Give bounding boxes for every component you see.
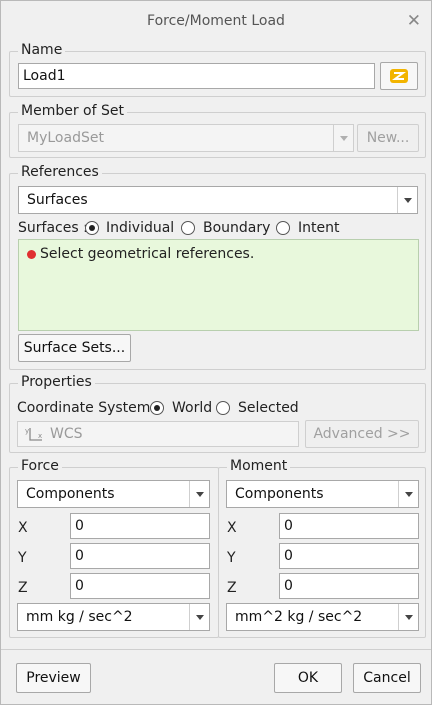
coordinate-system-label: Coordinate System:: [17, 400, 156, 416]
select-arrow-icon: [390, 69, 408, 83]
radio-individual-label[interactable]: Individual: [106, 219, 174, 237]
status-dot-icon: [27, 250, 36, 259]
moment-x-label: X: [227, 520, 237, 536]
moment-type-select[interactable]: Components: [226, 480, 419, 508]
moment-z-label: Z: [227, 580, 237, 596]
name-group: Name Load1: [9, 41, 426, 97]
radio-intent[interactable]: [276, 221, 290, 235]
radio-boundary-label[interactable]: Boundary: [203, 219, 270, 237]
radio-selected-label[interactable]: Selected: [238, 399, 299, 417]
surfaces-label: Surfaces :: [18, 220, 88, 236]
radio-intent-label[interactable]: Intent: [298, 219, 339, 237]
moment-y-input[interactable]: 0: [279, 543, 419, 569]
force-moment-dialog: Force/Moment Load ✕ Name Load1 Member of…: [0, 0, 432, 705]
force-x-input[interactable]: 0: [70, 513, 210, 539]
reference-collector[interactable]: Select geometrical references.: [18, 239, 419, 331]
force-units-select[interactable]: mm kg / sec^2: [17, 603, 210, 631]
surface-sets-button[interactable]: Surface Sets...: [18, 334, 131, 362]
force-type-select[interactable]: Components: [17, 480, 210, 508]
chevron-down-icon: [398, 604, 418, 630]
moment-legend: Moment: [227, 457, 291, 475]
coordinate-system-icon: y x: [25, 427, 42, 441]
svg-text:x: x: [38, 432, 42, 440]
radio-individual[interactable]: [85, 221, 99, 235]
wcs-value: WCS: [50, 426, 83, 442]
member-of-set-legend: Member of Set: [18, 102, 127, 120]
properties-group: Properties Coordinate System: World Sele…: [9, 373, 426, 453]
pick-name-button[interactable]: [380, 62, 418, 90]
moment-y-label: Y: [227, 550, 236, 566]
radio-world-label[interactable]: World: [172, 399, 212, 417]
reference-type-value: Surfaces: [27, 192, 88, 208]
preview-button[interactable]: Preview: [16, 663, 91, 693]
radio-world[interactable]: [150, 401, 164, 415]
moment-units-value: mm^2 kg / sec^2: [235, 609, 363, 625]
footer-divider: [1, 649, 431, 650]
force-legend: Force: [18, 457, 62, 475]
chevron-down-icon: [398, 481, 418, 507]
ok-button[interactable]: OK: [274, 663, 342, 693]
chevron-down-icon: [189, 604, 209, 630]
moment-units-select[interactable]: mm^2 kg / sec^2: [226, 603, 419, 631]
moment-z-input[interactable]: 0: [279, 573, 419, 599]
moment-x-input[interactable]: 0: [279, 513, 419, 539]
radio-boundary[interactable]: [181, 221, 195, 235]
moment-group: Moment Components X 0 Y 0 Z 0 mm^2 kg / …: [218, 457, 426, 638]
load-set-value: MyLoadSet: [27, 130, 104, 146]
load-set-select[interactable]: MyLoadSet: [18, 124, 354, 152]
wcs-field[interactable]: y x WCS: [17, 421, 299, 447]
references-group: References Surfaces Surfaces : Individua…: [9, 163, 426, 370]
force-units-value: mm kg / sec^2: [26, 609, 133, 625]
name-legend: Name: [18, 41, 66, 59]
member-of-set-group: Member of Set MyLoadSet New...: [9, 102, 426, 158]
chevron-down-icon: [333, 125, 353, 151]
references-legend: References: [18, 163, 102, 181]
reference-message: Select geometrical references.: [40, 246, 255, 262]
advanced-button[interactable]: Advanced >>: [305, 420, 419, 448]
cancel-button[interactable]: Cancel: [353, 663, 421, 693]
force-z-input[interactable]: 0: [70, 573, 210, 599]
force-y-input[interactable]: 0: [70, 543, 210, 569]
force-x-label: X: [18, 520, 28, 536]
force-y-label: Y: [18, 550, 27, 566]
force-z-label: Z: [18, 580, 28, 596]
radio-selected[interactable]: [216, 401, 230, 415]
close-icon[interactable]: ✕: [407, 1, 421, 41]
dialog-title: Force/Moment Load: [147, 13, 285, 29]
properties-legend: Properties: [18, 373, 95, 391]
new-set-button[interactable]: New...: [357, 124, 419, 152]
force-type-value: Components: [26, 486, 115, 502]
chevron-down-icon: [189, 481, 209, 507]
chevron-down-icon: [397, 187, 417, 213]
force-group: Force Components X 0 Y 0 Z 0 mm kg / sec…: [9, 457, 219, 638]
reference-type-select[interactable]: Surfaces: [18, 186, 418, 214]
moment-type-value: Components: [235, 486, 324, 502]
name-input[interactable]: Load1: [18, 63, 375, 89]
svg-text:y: y: [25, 427, 29, 435]
